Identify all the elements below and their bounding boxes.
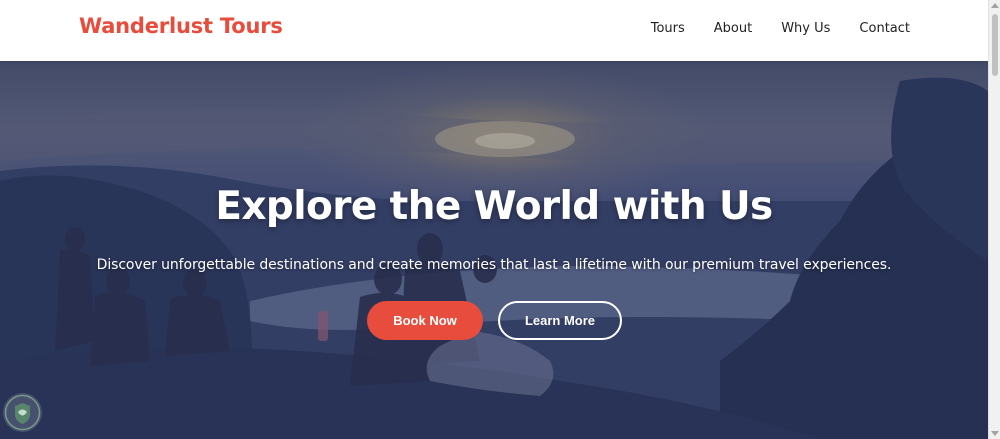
- vertical-scrollbar[interactable]: [988, 0, 1000, 439]
- navbar: Wanderlust Tours Tours About Why Us Cont…: [0, 0, 988, 61]
- hero-subtitle: Discover unforgettable destinations and …: [96, 257, 892, 273]
- scroll-down-arrow-icon[interactable]: [991, 431, 999, 436]
- nav-link-tours[interactable]: Tours: [651, 21, 685, 36]
- shield-leaf-icon: [3, 393, 42, 432]
- book-now-button[interactable]: Book Now: [367, 301, 483, 340]
- nav-link-why-us[interactable]: Why Us: [781, 21, 830, 36]
- nav-link-about[interactable]: About: [714, 21, 752, 36]
- scroll-thumb[interactable]: [992, 14, 998, 76]
- brand-logo[interactable]: Wanderlust Tours: [79, 14, 283, 38]
- hero-title: Explore the World with Us: [215, 184, 773, 229]
- hero-section: Explore the World with Us Discover unfor…: [0, 61, 988, 439]
- hero-content: Explore the World with Us Discover unfor…: [0, 61, 988, 439]
- scroll-up-arrow-icon[interactable]: [991, 3, 999, 8]
- nav-link-contact[interactable]: Contact: [859, 21, 910, 36]
- nav-menu: Tours About Why Us Contact: [651, 21, 910, 36]
- learn-more-button[interactable]: Learn More: [498, 301, 622, 340]
- page-viewport: Wanderlust Tours Tours About Why Us Cont…: [0, 0, 988, 439]
